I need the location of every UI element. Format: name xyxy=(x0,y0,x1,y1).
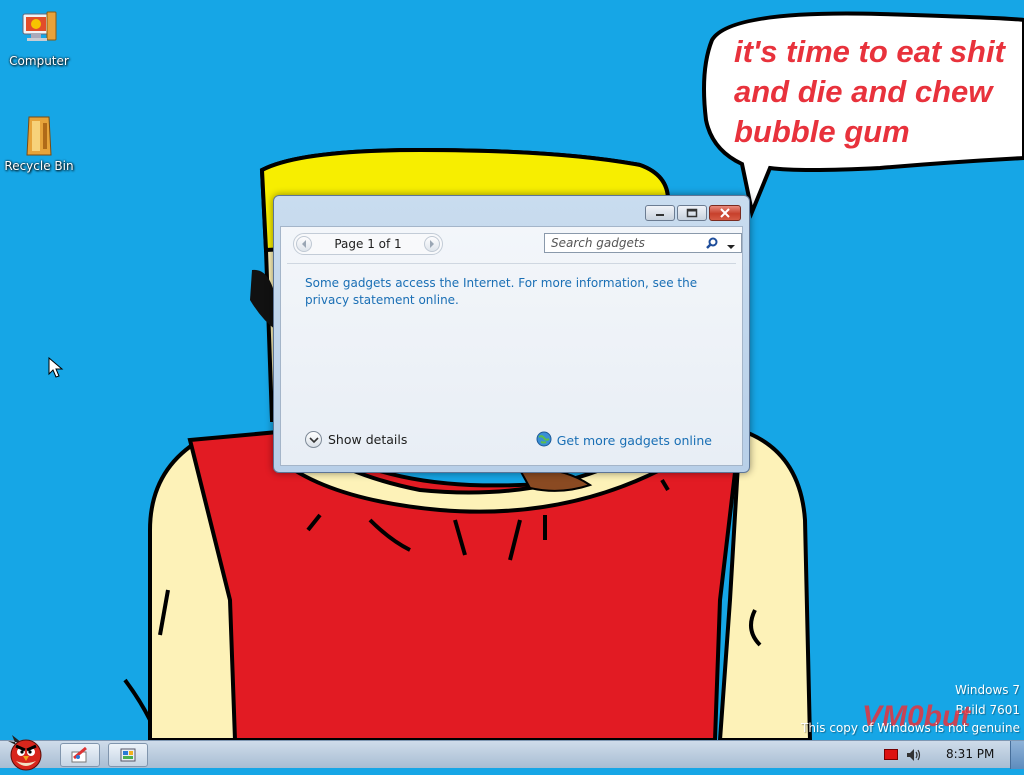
computer-icon xyxy=(19,8,59,52)
gadget-gallery-window: Page 1 of 1 Search gadgets Some gadgets … xyxy=(273,195,750,473)
chevron-down-icon[interactable] xyxy=(726,237,736,256)
recycle-bin-icon xyxy=(19,113,59,157)
page-label: Page 1 of 1 xyxy=(334,237,402,251)
desktop-icon-recycle-bin[interactable]: Recycle Bin xyxy=(1,113,77,173)
window-controls xyxy=(645,205,741,221)
angry-bird-start-icon xyxy=(8,735,42,771)
close-icon xyxy=(720,208,730,218)
speech-bubble-text: it's time to eat shit and die and chew b… xyxy=(734,32,1024,152)
taskbar-app-control-panel[interactable] xyxy=(108,743,148,767)
get-more-gadgets-label: Get more gadgets online xyxy=(556,433,712,448)
mouse-cursor-icon xyxy=(48,356,64,383)
start-button[interactable] xyxy=(2,731,50,771)
paint-app-icon xyxy=(71,746,87,763)
desktop-icon-label: Computer xyxy=(9,54,69,68)
speech-line-1: it's time to eat shit xyxy=(734,34,1005,69)
privacy-info-link[interactable]: Some gadgets access the Internet. For mo… xyxy=(305,275,725,309)
restore-icon xyxy=(686,208,698,218)
chevron-right-icon xyxy=(430,240,434,248)
volume-icon[interactable] xyxy=(906,747,922,766)
taskbar: 8:31 PM xyxy=(0,735,1024,771)
minimize-icon xyxy=(656,214,664,216)
gadget-gallery-content: Page 1 of 1 Search gadgets Some gadgets … xyxy=(280,226,743,466)
search-icon[interactable] xyxy=(705,236,719,255)
action-center-flag-icon[interactable] xyxy=(884,749,898,760)
expand-chevron-icon xyxy=(305,431,322,448)
show-desktop-button[interactable] xyxy=(1010,741,1024,769)
restore-button[interactable] xyxy=(677,205,707,221)
next-page-button[interactable] xyxy=(424,236,440,252)
minimize-button[interactable] xyxy=(645,205,675,221)
speech-line-3: bubble gum xyxy=(734,114,910,149)
speech-line-2: and die and chew xyxy=(734,74,993,109)
search-gadgets-input[interactable]: Search gadgets xyxy=(544,233,742,253)
taskbar-clock[interactable]: 8:31 PM xyxy=(946,747,994,761)
desktop-icon-label: Recycle Bin xyxy=(4,159,74,173)
divider xyxy=(287,263,736,264)
get-more-gadgets-link[interactable]: Get more gadgets online xyxy=(536,431,712,450)
show-details-button[interactable]: Show details xyxy=(305,431,407,448)
taskbar-app-paint[interactable] xyxy=(60,743,100,767)
windows-version-label: Windows 7 xyxy=(954,683,1020,697)
not-genuine-label: This copy of Windows is not genuine xyxy=(801,721,1020,735)
search-placeholder: Search gadgets xyxy=(551,236,645,250)
control-panel-app-icon xyxy=(120,748,136,762)
close-button[interactable] xyxy=(709,205,741,221)
page-navigator: Page 1 of 1 xyxy=(293,233,443,255)
show-details-label: Show details xyxy=(328,432,408,447)
globe-icon xyxy=(536,431,552,450)
desktop-icon-computer[interactable]: Computer xyxy=(1,8,77,68)
